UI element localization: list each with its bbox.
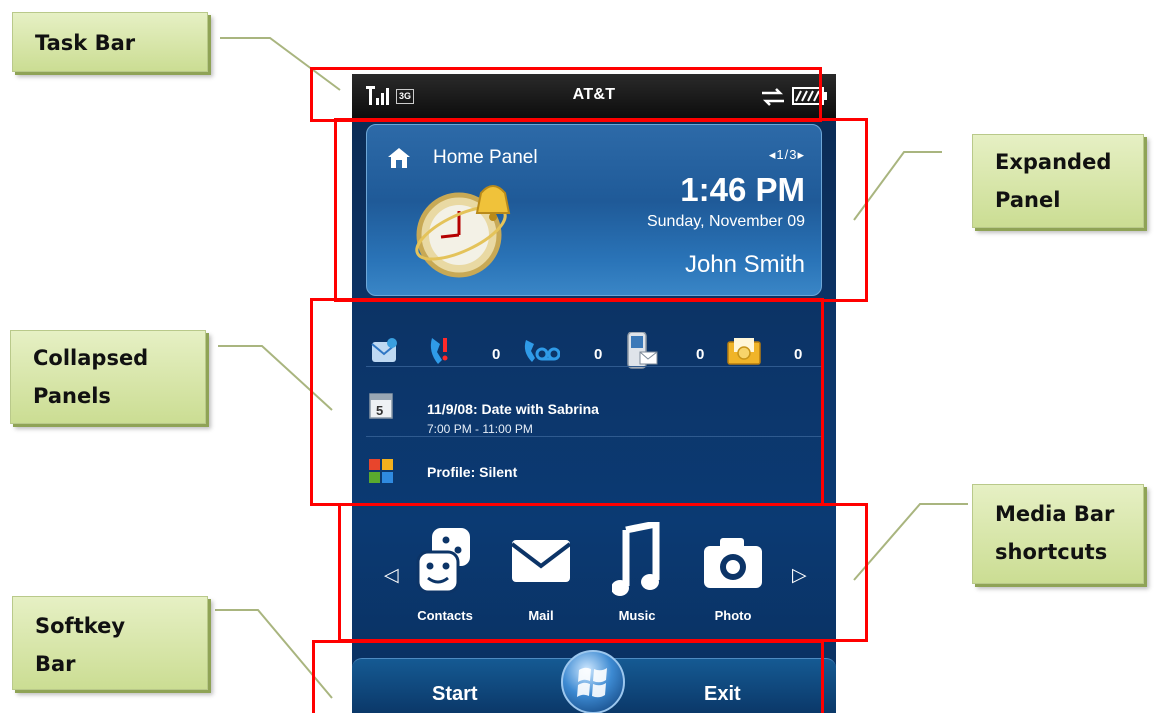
- highlight-media-bar: [338, 503, 868, 642]
- callout-expanded-line1: Expanded: [995, 150, 1112, 174]
- callout-expanded-panel: Expanded Panel: [972, 134, 1144, 228]
- callout-task-bar-text: Task Bar: [35, 31, 136, 55]
- callout-expanded-line2: Panel: [995, 188, 1061, 212]
- callout-task-bar: Task Bar: [12, 12, 208, 72]
- callout-collapsed-panels: Collapsed Panels: [10, 330, 206, 424]
- highlight-collapsed-panels: [310, 298, 824, 506]
- callout-collapsed-line1: Collapsed: [33, 346, 149, 370]
- callout-media-line2: shortcuts: [995, 540, 1108, 564]
- callout-media-line1: Media Bar: [995, 502, 1115, 526]
- callout-softkey-line1: Softkey: [35, 614, 126, 638]
- callout-collapsed-line2: Panels: [33, 384, 111, 408]
- highlight-task-bar: [310, 67, 822, 122]
- highlight-expanded-panel: [334, 118, 868, 302]
- callout-softkey-bar: Softkey Bar: [12, 596, 208, 690]
- callout-media-bar: Media Bar shortcuts: [972, 484, 1144, 584]
- callout-softkey-line2: Bar: [35, 652, 76, 676]
- highlight-softkey-bar: [312, 640, 824, 713]
